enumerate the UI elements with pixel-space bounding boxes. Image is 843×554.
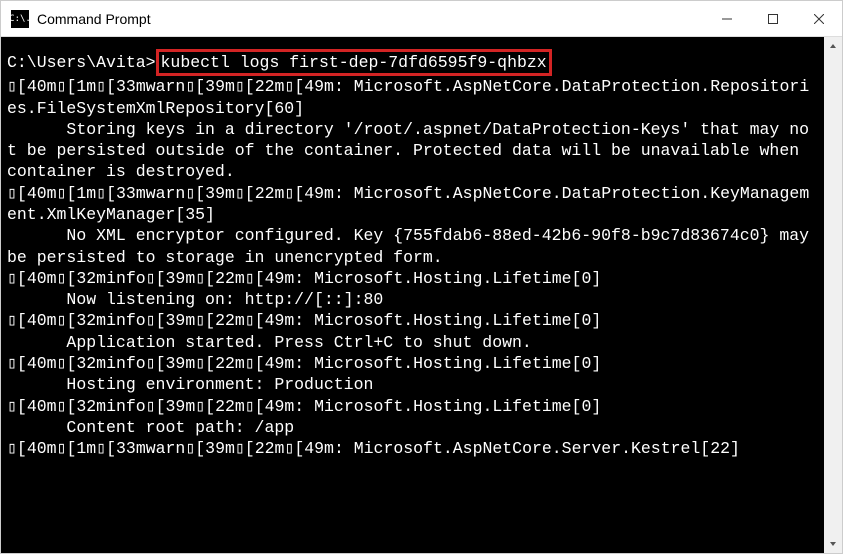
- prompt-text: C:\Users\Avita>: [7, 53, 156, 72]
- scroll-down-arrow-icon[interactable]: [824, 535, 842, 553]
- scroll-track[interactable]: [824, 55, 842, 535]
- log-line: ▯[40m▯[1m▯[33mwarn▯[39m▯[22m▯[49m: Micro…: [7, 184, 809, 224]
- terminal[interactable]: C:\Users\Avita> kubectl logs first-dep-7d…: [1, 37, 824, 553]
- log-line: ▯[40m▯[32minfo▯[39m▯[22m▯[49m: Microsoft…: [7, 269, 601, 288]
- maximize-button[interactable]: [750, 1, 796, 37]
- vertical-scrollbar[interactable]: [824, 37, 842, 553]
- log-line: Application started. Press Ctrl+C to shu…: [7, 333, 532, 352]
- log-line: ▯[40m▯[1m▯[33mwarn▯[39m▯[22m▯[49m: Micro…: [7, 439, 740, 458]
- log-line: ▯[40m▯[1m▯[33mwarn▯[39m▯[22m▯[49m: Micro…: [7, 77, 809, 117]
- command-prompt-window: C:\. Command Prompt C:\Users\Avita> kubec…: [0, 0, 843, 554]
- command-highlight: kubectl logs first-dep-7dfd6595f9-qhbzx: [156, 49, 552, 76]
- titlebar[interactable]: C:\. Command Prompt: [1, 1, 842, 37]
- log-line: ▯[40m▯[32minfo▯[39m▯[22m▯[49m: Microsoft…: [7, 354, 601, 373]
- app-icon: C:\.: [11, 10, 29, 28]
- minimize-button[interactable]: [704, 1, 750, 37]
- log-line: Hosting environment: Production: [7, 375, 373, 394]
- log-line: Storing keys in a directory '/root/.aspn…: [7, 120, 809, 182]
- log-line: Content root path: /app: [7, 418, 294, 437]
- log-line: ▯[40m▯[32minfo▯[39m▯[22m▯[49m: Microsoft…: [7, 397, 601, 416]
- terminal-wrap: C:\Users\Avita> kubectl logs first-dep-7d…: [1, 37, 842, 553]
- close-button[interactable]: [796, 1, 842, 37]
- log-line: No XML encryptor configured. Key {755fda…: [7, 226, 819, 266]
- command-text: kubectl logs first-dep-7dfd6595f9-qhbzx: [161, 53, 547, 72]
- scroll-up-arrow-icon[interactable]: [824, 37, 842, 55]
- log-line: Now listening on: http://[::]:80: [7, 290, 383, 309]
- window-title: Command Prompt: [37, 11, 704, 27]
- log-line: ▯[40m▯[32minfo▯[39m▯[22m▯[49m: Microsoft…: [7, 311, 601, 330]
